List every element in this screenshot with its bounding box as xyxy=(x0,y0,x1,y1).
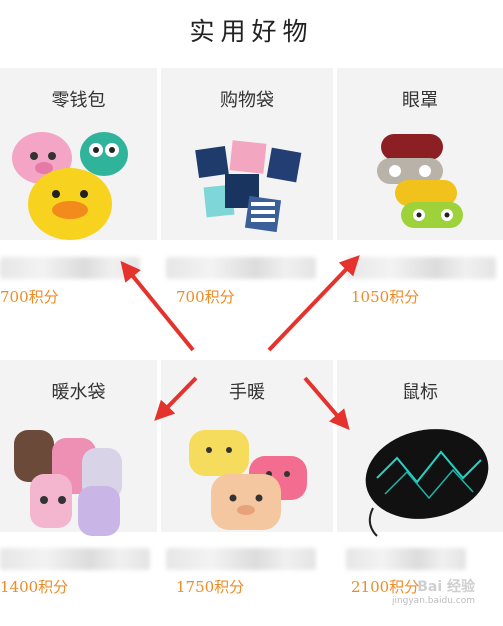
watermark-brand: Bai 经验 xyxy=(417,579,475,595)
watermark-url: jingyan.baidu.com xyxy=(391,596,475,606)
baidu-jingyan-watermark: Bai 经验 jingyan.baidu.com xyxy=(392,576,475,606)
annotation-arrows xyxy=(120,255,360,431)
arrow-icon xyxy=(303,376,350,431)
arrow-icon xyxy=(154,376,198,421)
arrow-icon xyxy=(267,255,360,352)
arrow-icon xyxy=(120,260,195,352)
